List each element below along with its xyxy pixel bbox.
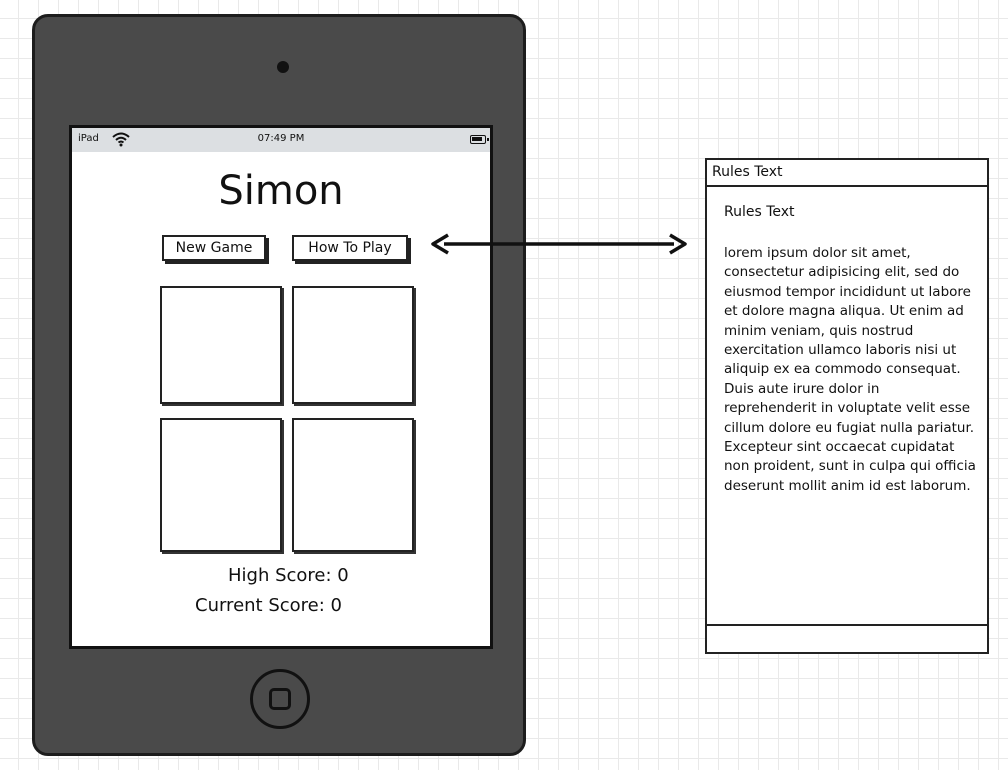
game-pad-top-left[interactable] <box>160 286 282 404</box>
home-square-icon <box>269 688 291 710</box>
battery-icon <box>470 135 489 144</box>
game-pad-bottom-left[interactable] <box>160 418 282 552</box>
game-pad-bottom-right[interactable] <box>292 418 414 552</box>
status-bar: iPad 07:49 PM <box>72 128 490 152</box>
new-game-button[interactable]: New Game <box>162 235 266 261</box>
high-score-label: High Score: 0 <box>228 565 349 586</box>
rules-subtitle: Rules Text <box>724 204 795 220</box>
ipad-screen: iPad 07:49 PM Simon New Game How To Play… <box>69 125 493 649</box>
ipad-device: iPad 07:49 PM Simon New Game How To Play… <box>32 14 526 756</box>
status-time: 07:49 PM <box>257 133 305 144</box>
rules-panel-header: Rules Text <box>707 160 987 187</box>
current-score-label: Current Score: 0 <box>195 595 342 616</box>
game-pad-top-right[interactable] <box>292 286 414 404</box>
camera-icon <box>277 61 289 73</box>
page-title: Simon <box>218 168 344 214</box>
rules-panel-footer <box>707 624 987 652</box>
rules-body-text: lorem ipsum dolor sit amet, consectetur … <box>724 245 976 494</box>
home-button[interactable] <box>250 669 310 729</box>
rules-panel: Rules Text Rules Text lorem ipsum dolor … <box>705 158 989 654</box>
how-to-play-button[interactable]: How To Play <box>292 235 408 261</box>
